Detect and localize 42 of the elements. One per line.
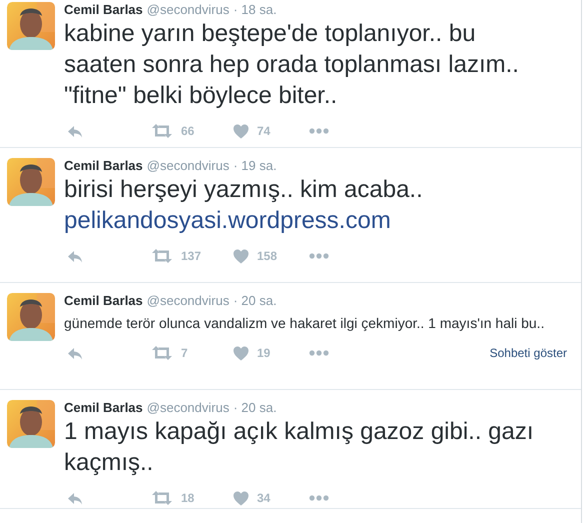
user-handle[interactable]: @secondvirus [146,2,230,18]
tweet-time[interactable]: · 19 sa. [233,158,277,174]
tweet-text: birisi herşeyi yazmış.. kim acaba.. [64,175,424,205]
author-name[interactable]: Cemil Barlas [64,2,143,18]
user-handle[interactable]: @secondvirus [146,293,230,309]
heart-icon[interactable] [233,490,249,506]
like-count: 74 [257,124,270,138]
retweet-icon[interactable] [151,346,173,360]
like-count: 34 [257,491,270,505]
show-conversation-link[interactable]: Sohbeti göster [490,346,567,360]
author-name[interactable]: Cemil Barlas [64,293,143,309]
user-handle[interactable]: @secondvirus [146,158,230,174]
heart-icon[interactable] [233,346,249,360]
tweet-text: 1 mayıs kapağı açık kalmış gazoz gibi.. gazı kaçmış.. [64,417,534,478]
reply-icon[interactable] [67,346,83,360]
tweet-time[interactable]: · 20 sa. [233,293,277,309]
more-icon[interactable] [309,495,329,501]
heart-icon[interactable] [233,248,249,264]
user-handle[interactable]: @secondvirus [146,400,230,416]
tweet-text: günemde terör olunca vandalizm ve hakaret ilgi çekmiyor.. 1 mayıs'ın hali bu.. [64,314,546,333]
retweet-count: 18 [181,491,194,505]
reply-icon[interactable] [67,492,83,504]
tweet-time[interactable]: · 20 sa. [233,400,277,416]
retweet-count: 7 [181,346,188,360]
retweet-icon[interactable] [151,491,173,505]
retweet-icon[interactable] [151,249,173,263]
reply-icon[interactable] [67,124,83,138]
retweet-count: 66 [181,124,194,138]
like-count: 158 [257,249,278,263]
reply-icon[interactable] [67,250,83,262]
tweet-text: kabine yarın beştepe'de toplanıyor.. bu saaten sonra hep orada toplanması lazım.. "fitne" belki böylece biter.. [64,19,520,111]
heart-icon[interactable] [233,124,249,138]
more-icon[interactable] [309,253,329,259]
tweet-link[interactable]: pelikandosyasi.wordpress.com [64,205,391,236]
more-icon[interactable] [309,128,329,134]
like-count: 19 [257,346,270,360]
author-name[interactable]: Cemil Barlas [64,158,143,174]
author-name[interactable]: Cemil Barlas [64,400,143,416]
more-icon[interactable] [309,350,329,356]
retweet-icon[interactable] [151,124,173,138]
tweet-time[interactable]: · 18 sa. [233,2,277,18]
retweet-count: 137 [181,249,202,263]
